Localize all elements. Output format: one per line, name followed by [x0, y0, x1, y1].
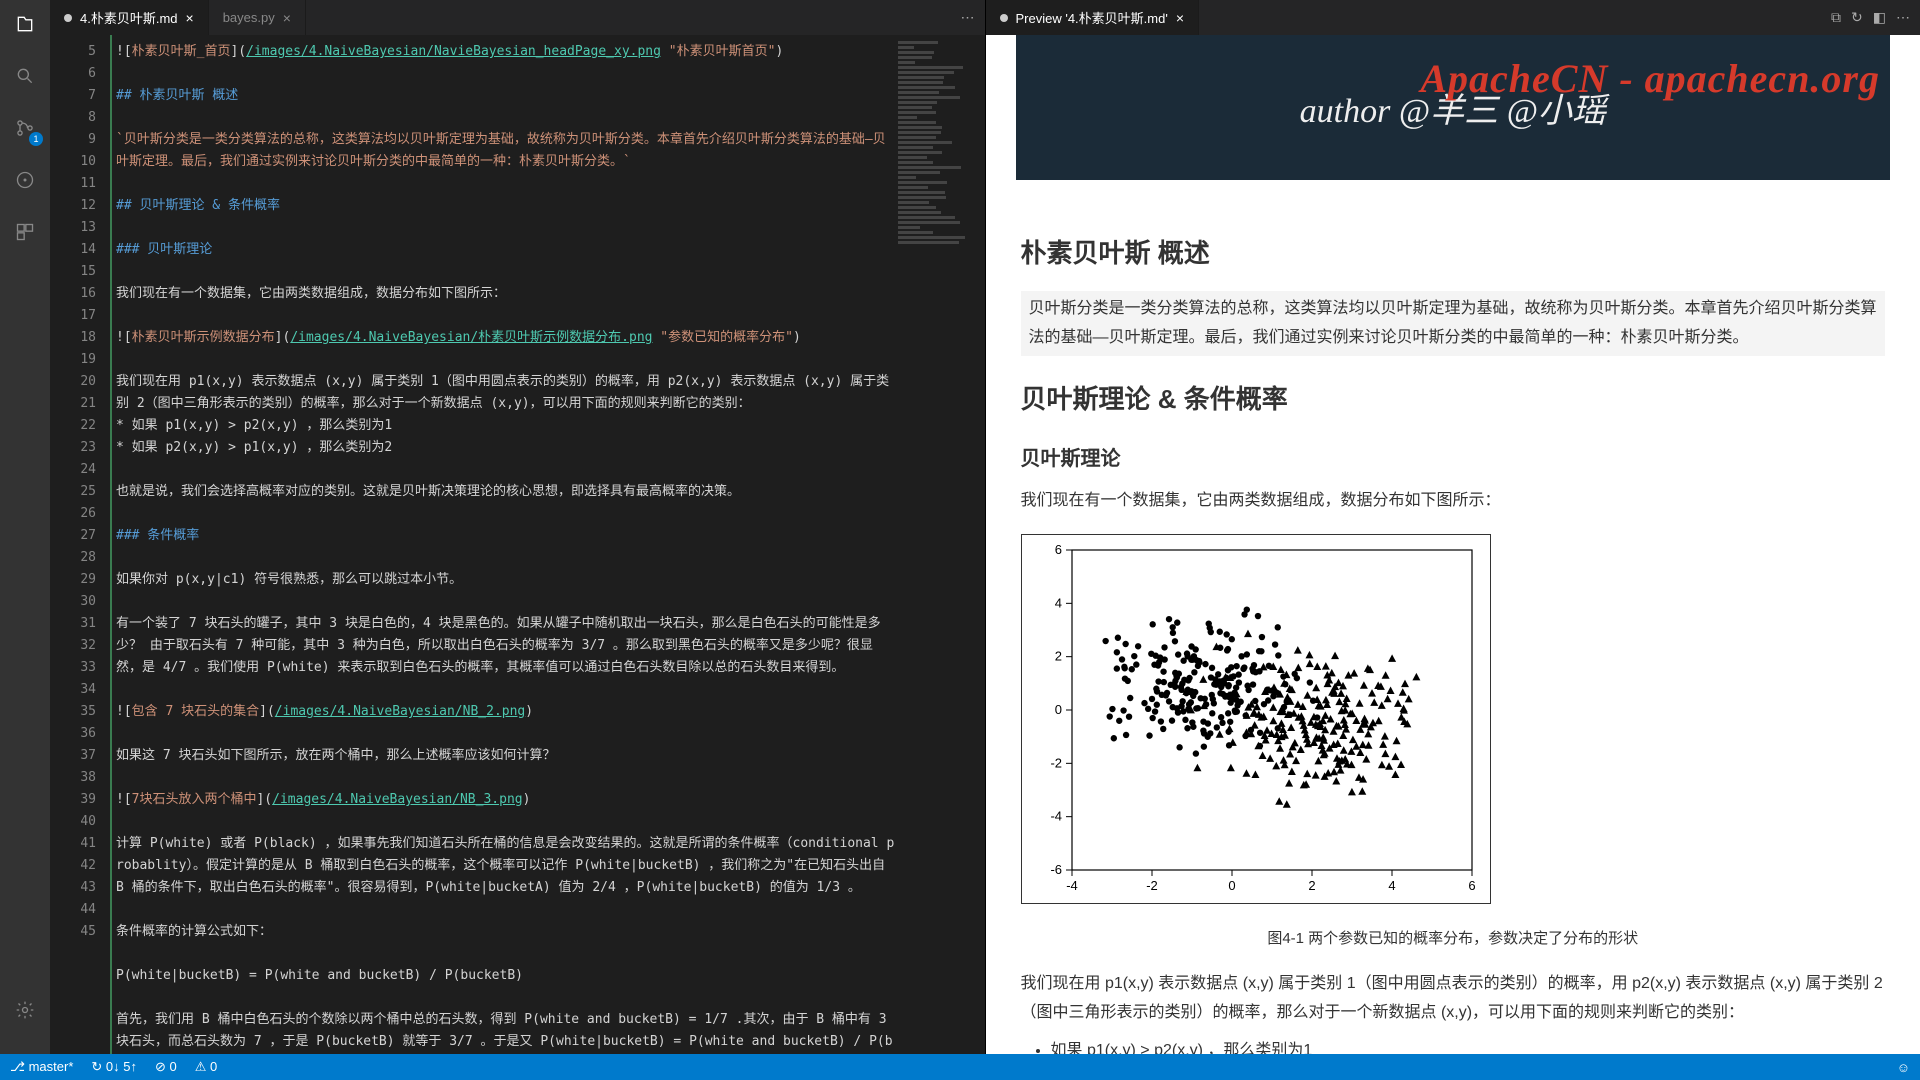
warnings-indicator[interactable]: ⚠ 0	[195, 1059, 218, 1075]
tab-label: bayes.py	[223, 10, 275, 25]
tab-label: 4.朴素贝叶斯.md	[80, 8, 178, 27]
svg-text:2: 2	[1308, 878, 1315, 893]
status-bar: ⎇ master* ↻ 0↓ 5↑ ⊘ 0 ⚠ 0 ☺	[0, 1054, 1920, 1080]
more-icon[interactable]: ⋯	[1896, 9, 1910, 26]
preview-sync-icon[interactable]: ↻	[1851, 9, 1863, 26]
branch-indicator[interactable]: ⎇ master*	[10, 1059, 73, 1075]
svg-text:6: 6	[1468, 878, 1475, 893]
activity-bar: 1	[0, 0, 50, 1054]
svg-text:6: 6	[1054, 542, 1061, 557]
scatter-chart: -4 -2 0 2 4 6 -6 -4 -2 0 2 4 6	[1021, 534, 1491, 904]
hero-brand: ApacheCN - apachecn.org	[1420, 55, 1880, 102]
list-item: 如果 p1(x,y) > p2(x,y) ，那么类别为1	[1051, 1037, 1886, 1054]
extensions-icon[interactable]	[11, 218, 39, 246]
editor-tabbar: 4.朴素贝叶斯.md × bayes.py × ⋯	[50, 0, 985, 35]
line-gutter: 5678910111213141516171819202122232425262…	[50, 35, 110, 1054]
close-icon[interactable]: ×	[1176, 10, 1184, 26]
minimap[interactable]	[895, 35, 985, 1054]
heading-theory: 贝叶斯理论	[1021, 441, 1886, 477]
preview-pane[interactable]: author @羊三 @小瑶 ApacheCN - apachecn.org 朴…	[986, 35, 1920, 1054]
split-icon[interactable]: ◧	[1873, 9, 1886, 26]
more-icon[interactable]: ⋯	[961, 9, 975, 26]
paragraph: 我们现在用 p1(x,y) 表示数据点 (x,y) 属于类别 1（图中用圆点表示…	[1021, 970, 1886, 1028]
paragraph: 我们现在有一个数据集，它由两类数据组成，数据分布如下图所示：	[1021, 487, 1886, 516]
explorer-icon[interactable]	[11, 10, 39, 38]
heading-theory-cp: 贝叶斯理论 & 条件概率	[1021, 376, 1886, 423]
svg-text:4: 4	[1054, 595, 1061, 610]
close-icon[interactable]: ×	[283, 10, 291, 26]
settings-icon[interactable]	[11, 996, 39, 1024]
debug-icon[interactable]	[11, 166, 39, 194]
preview-tabbar: Preview '4.朴素贝叶斯.md' × ⧉ ↻ ◧ ⋯	[986, 0, 1920, 35]
feedback-icon[interactable]: ☺	[1897, 1060, 1910, 1075]
svg-text:0: 0	[1054, 702, 1061, 717]
svg-text:-2: -2	[1050, 755, 1062, 770]
sync-indicator[interactable]: ↻ 0↓ 5↑	[91, 1059, 137, 1075]
tab[interactable]: bayes.py ×	[209, 0, 306, 35]
hero-banner: author @羊三 @小瑶 ApacheCN - apachecn.org	[1016, 35, 1891, 180]
svg-text:-2: -2	[1146, 878, 1158, 893]
search-icon[interactable]	[11, 62, 39, 90]
code-area[interactable]: ![朴素贝叶斯_首页](/images/4.NaiveBayesian/Navi…	[110, 35, 895, 1054]
svg-text:-4: -4	[1066, 878, 1078, 893]
scm-badge: 1	[29, 132, 43, 146]
modified-dot	[1000, 14, 1008, 22]
errors-indicator[interactable]: ⊘ 0	[155, 1059, 177, 1075]
modified-dot	[64, 14, 72, 22]
scm-icon[interactable]: 1	[11, 114, 39, 142]
tab[interactable]: Preview '4.朴素贝叶斯.md' ×	[986, 0, 1200, 35]
chart-figure: -4 -2 0 2 4 6 -6 -4 -2 0 2 4 6 图4-1 两个参数已知的概率分布，参数决定…	[1021, 534, 1886, 952]
paragraph: 贝叶斯分类是一类分类算法的总称，这类算法均以贝叶斯定理为基础，故统称为贝叶斯分类…	[1021, 291, 1886, 357]
tab-label: Preview '4.朴素贝叶斯.md'	[1016, 8, 1168, 27]
preview-refresh-icon[interactable]: ⧉	[1831, 9, 1841, 26]
svg-text:-4: -4	[1050, 809, 1062, 824]
chart-caption: 图4-1 两个参数已知的概率分布，参数决定了分布的形状	[1021, 925, 1886, 952]
svg-text:-6: -6	[1050, 862, 1062, 877]
heading-overview: 朴素贝叶斯 概述	[1021, 230, 1886, 277]
svg-text:2: 2	[1054, 649, 1061, 664]
close-icon[interactable]: ×	[186, 10, 194, 26]
svg-text:0: 0	[1228, 878, 1235, 893]
tab[interactable]: 4.朴素贝叶斯.md ×	[50, 0, 209, 35]
svg-text:4: 4	[1388, 878, 1395, 893]
